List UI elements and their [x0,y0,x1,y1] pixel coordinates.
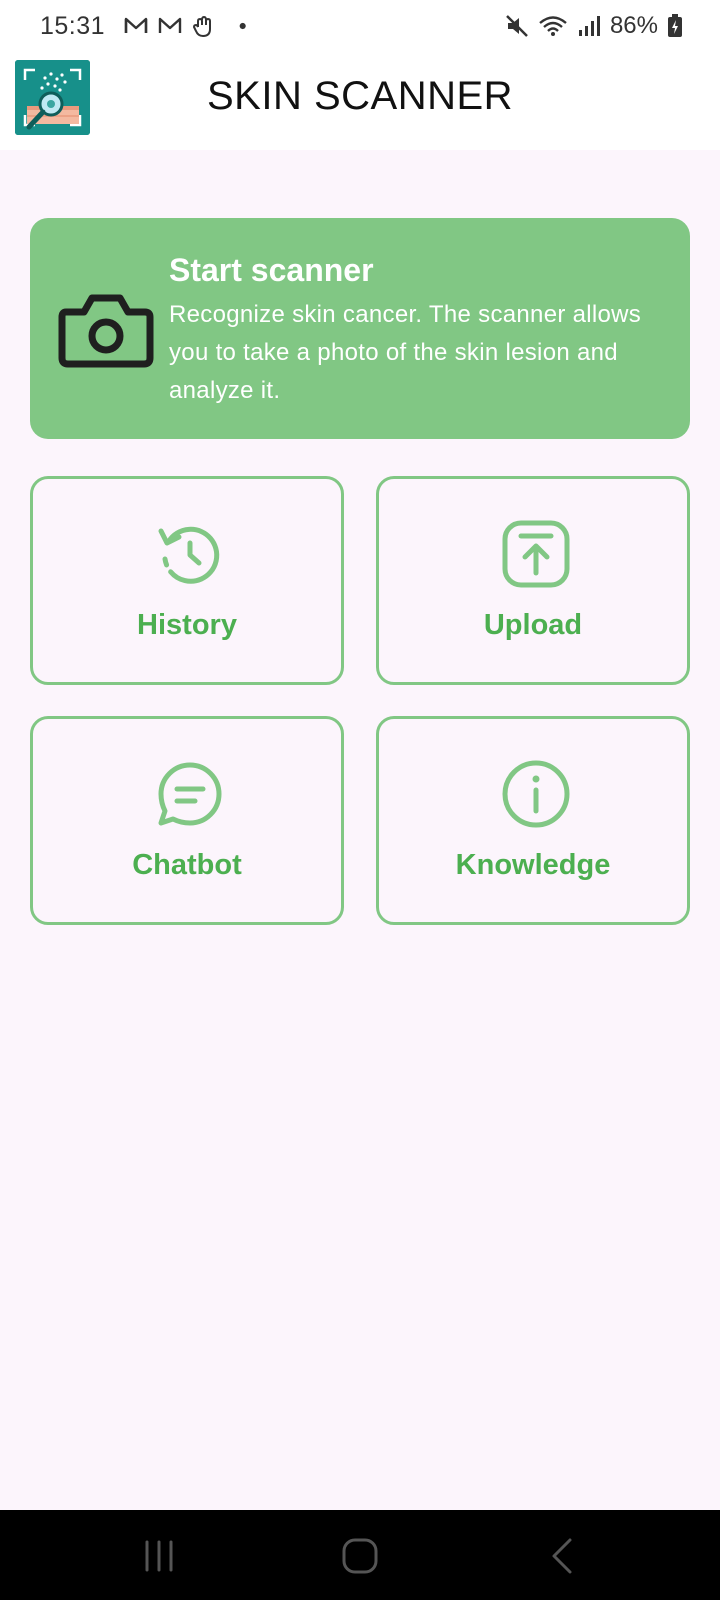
history-icon [158,526,220,584]
start-scanner-title: Start scanner [169,252,374,288]
chatbot-label: Chatbot [132,849,242,881]
knowledge-button[interactable]: Knowledge [376,716,690,925]
gmail-icon [158,17,182,33]
start-scanner-card[interactable]: Start scanner Recognize skin cancer. The… [30,218,690,439]
status-time: 15:31 [40,11,106,40]
status-bar: 15:31 86% [0,0,720,52]
upload-label: Upload [483,609,583,641]
chatbot-button[interactable]: Chatbot [30,716,344,925]
info-icon [502,760,570,828]
upload-icon [502,520,570,588]
gmail-icon [124,17,148,33]
page-title: SKIN SCANNER [206,74,514,118]
start-scanner-description: Recognize skin cancer. The scanner allow… [169,301,642,404]
battery-percent: 86% [609,12,658,39]
app-bar: SKIN SCANNER [0,52,720,150]
hand-wave-icon [193,15,212,38]
signal-icon [578,16,600,36]
chat-icon [158,762,222,826]
history-label: History [137,609,237,641]
recent-apps-icon[interactable] [137,1534,181,1578]
battery-icon [668,14,682,37]
knowledge-label: Knowledge [455,849,611,881]
system-nav-bar [0,1510,720,1600]
mute-icon [506,15,528,37]
home-icon[interactable] [338,1534,382,1578]
dot-icon [239,22,246,30]
back-icon[interactable] [540,1534,584,1578]
history-button[interactable]: History [30,476,344,685]
status-right: 86% [504,12,684,40]
status-left: 15:31 [40,12,255,41]
upload-button[interactable]: Upload [376,476,690,685]
camera-icon [58,294,154,368]
wifi-icon [539,16,567,36]
